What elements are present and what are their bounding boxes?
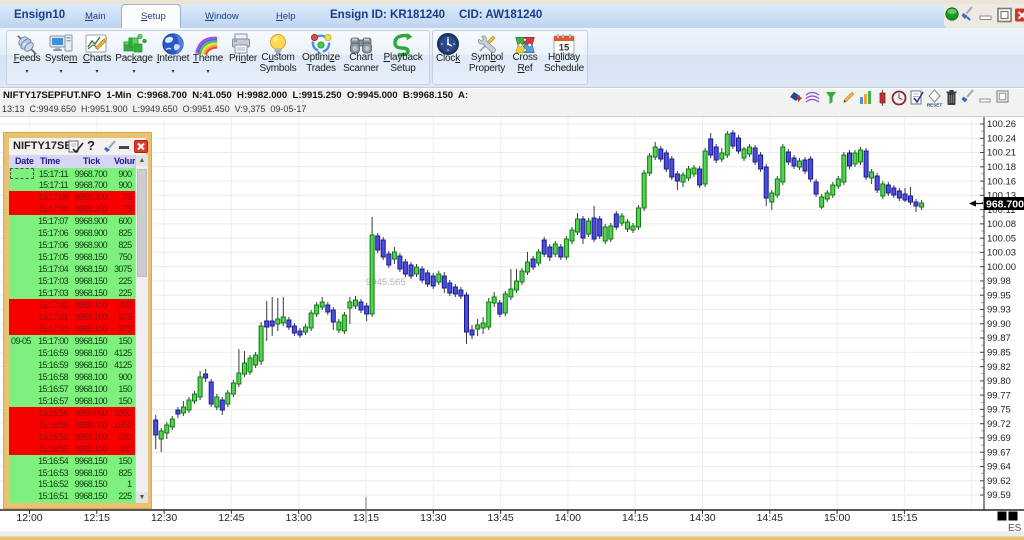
svg-text:99.98: 99.98 <box>987 276 1011 287</box>
svg-text:ES: ES <box>1008 523 1022 534</box>
svg-text:100.08: 100.08 <box>987 219 1016 230</box>
svg-text:99.75: 99.75 <box>987 405 1011 416</box>
svg-text:15:00: 15:00 <box>824 512 850 524</box>
svg-text:99.82: 99.82 <box>987 362 1011 373</box>
svg-text:12:15: 12:15 <box>84 512 110 524</box>
svg-text:99.87: 99.87 <box>987 333 1011 344</box>
svg-text:15:15: 15:15 <box>891 512 917 524</box>
svg-text:13:30: 13:30 <box>420 512 446 524</box>
svg-text:99.67: 99.67 <box>987 447 1011 458</box>
svg-text:99.72: 99.72 <box>987 419 1011 430</box>
svg-text:13:00: 13:00 <box>286 512 312 524</box>
svg-text:99.59: 99.59 <box>987 490 1011 501</box>
svg-text:99.85: 99.85 <box>987 348 1011 359</box>
svg-text:99.77: 99.77 <box>987 390 1011 401</box>
svg-text:968.700: 968.700 <box>986 199 1024 211</box>
svg-text:99.69: 99.69 <box>987 433 1011 444</box>
svg-text:100.26: 100.26 <box>987 119 1016 130</box>
svg-text:14:15: 14:15 <box>622 512 648 524</box>
svg-text:14:00: 14:00 <box>555 512 581 524</box>
svg-text:100.18: 100.18 <box>987 162 1016 173</box>
svg-text:99.64: 99.64 <box>987 462 1011 473</box>
svg-text:12:00: 12:00 <box>16 512 42 524</box>
svg-text:99.95: 99.95 <box>987 290 1011 301</box>
svg-text:99.93: 99.93 <box>987 305 1011 316</box>
svg-text:99.90: 99.90 <box>987 319 1011 330</box>
svg-text:100.00: 100.00 <box>987 262 1016 273</box>
svg-text:13:45: 13:45 <box>487 512 513 524</box>
svg-text:14:30: 14:30 <box>689 512 715 524</box>
svg-text:12:30: 12:30 <box>151 512 177 524</box>
svg-text:100.16: 100.16 <box>987 176 1016 187</box>
svg-text:RESET: RESET <box>927 103 943 108</box>
svg-text:100.03: 100.03 <box>987 248 1016 259</box>
svg-text:100.05: 100.05 <box>987 233 1016 244</box>
svg-text:99.80: 99.80 <box>987 376 1011 387</box>
svg-text:100.24: 100.24 <box>987 134 1016 145</box>
svg-text:14:45: 14:45 <box>757 512 783 524</box>
svg-text:100.21: 100.21 <box>987 148 1016 159</box>
svg-text:99.62: 99.62 <box>987 476 1011 487</box>
svg-text:12:45: 12:45 <box>218 512 244 524</box>
